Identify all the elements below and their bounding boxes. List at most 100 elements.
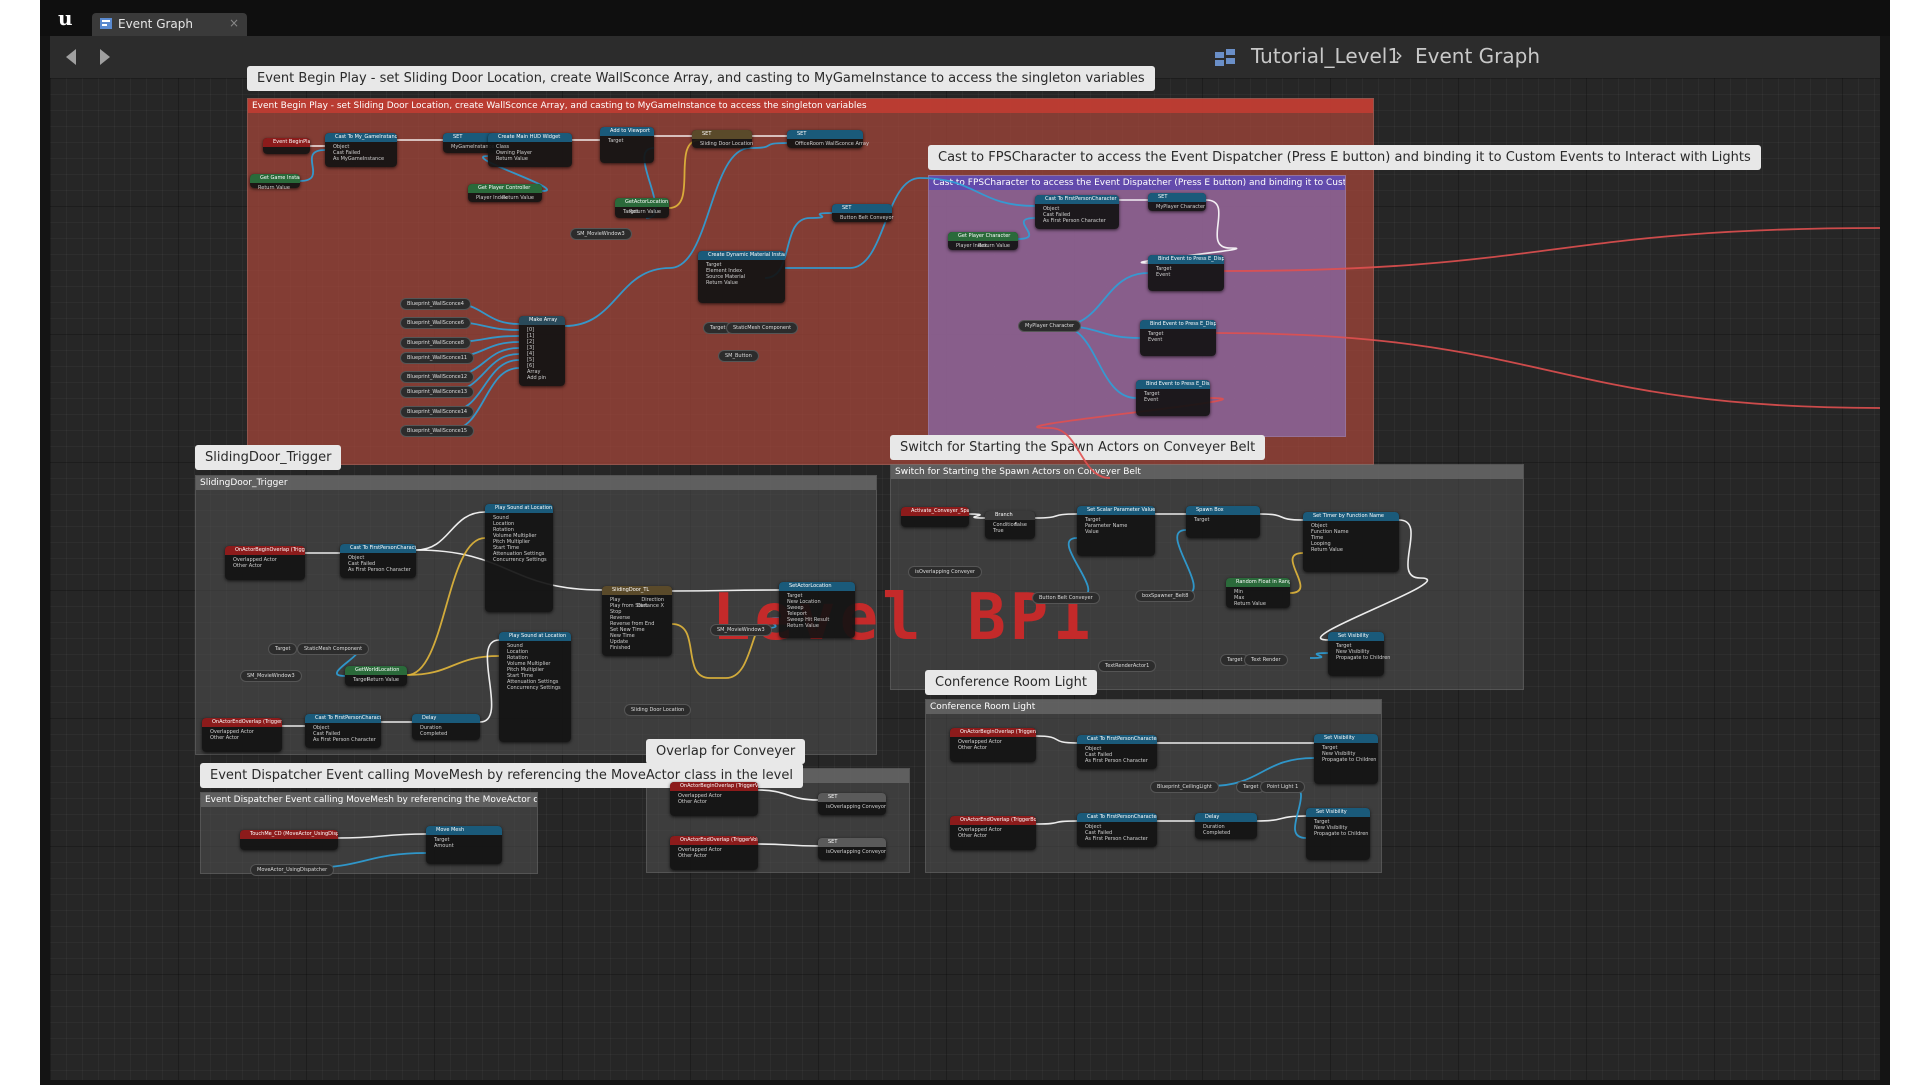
variable-getter[interactable]: Blueprint_WallSconce14 bbox=[400, 406, 475, 418]
variable-getter[interactable]: Button Belt Conveyer bbox=[1032, 592, 1100, 604]
node-pin[interactable]: Return Value bbox=[1311, 547, 1343, 553]
node-pin[interactable]: Other Actor bbox=[958, 745, 987, 751]
node-pin[interactable]: Propagate to Children bbox=[1322, 757, 1376, 763]
unreal-logo-icon[interactable]: u bbox=[56, 6, 82, 30]
blueprint-node[interactable]: Cast To FirstPersonCharacter Object Cast F… bbox=[1077, 813, 1157, 847]
blueprint-node[interactable]: Activate_Conveyer_Spawn bbox=[901, 507, 969, 527]
blueprint-node[interactable]: Set Visibility Target New Visibility Propag… bbox=[1328, 632, 1390, 676]
node-pin[interactable]: Propagate to Children bbox=[1314, 831, 1368, 837]
tab-event-graph[interactable]: Event Graph × bbox=[92, 13, 247, 36]
blueprint-node[interactable]: Event BeginPlay bbox=[263, 138, 310, 154]
variable-getter[interactable]: MoveActor_UsingDispatcher bbox=[250, 864, 335, 876]
forward-arrow-icon[interactable] bbox=[92, 45, 116, 69]
node-pin[interactable]: As First Person Character bbox=[1085, 836, 1148, 842]
blueprint-node[interactable]: TouchMe_CD (MoveActor_UsingDispatcher) bbox=[240, 830, 338, 850]
blueprint-node[interactable]: OnActorEndOverlap (TriggerBox)Overlapped… bbox=[950, 816, 1036, 850]
blueprint-node[interactable]: Bind Event to Press E_DispatcherTargetEv… bbox=[1136, 380, 1210, 416]
variable-getter[interactable]: Text Render bbox=[1244, 654, 1288, 666]
node-pin[interactable]: MyPlayer Character bbox=[1156, 204, 1205, 210]
node-pin[interactable]: Completed bbox=[420, 731, 447, 737]
blueprint-node[interactable]: Cast To FirstPersonCharacter Object Cast F… bbox=[305, 714, 381, 748]
variable-getter[interactable]: Blueprint_WallSconce13 bbox=[400, 386, 475, 398]
node-pin[interactable]: Propagate to Children bbox=[1336, 655, 1390, 661]
blueprint-node[interactable]: OnActorBeginOverlap (TriggerBox)Overlapp… bbox=[950, 728, 1036, 762]
node-pin[interactable]: Value bbox=[1085, 529, 1099, 535]
node-pin[interactable]: As First Person Character bbox=[348, 567, 411, 573]
variable-getter[interactable]: SM_Button bbox=[718, 350, 759, 362]
node-pin[interactable]: As MyGameInstance bbox=[333, 156, 384, 162]
variable-getter[interactable]: StaticMesh Component bbox=[297, 643, 370, 655]
variable-getter[interactable]: Blueprint_WallSconce6 bbox=[400, 317, 471, 329]
node-pin[interactable]: Other Actor bbox=[233, 563, 262, 569]
blueprint-node[interactable]: OnActorEndOverlap (TriggerBox)Overlapped… bbox=[202, 718, 282, 752]
node-pin[interactable]: Return Value bbox=[496, 156, 528, 162]
blueprint-node[interactable]: OnActorEndOverlap (TriggerVolume)Overlap… bbox=[670, 836, 758, 870]
node-pin[interactable]: Concurrency Settings bbox=[507, 685, 561, 691]
blueprint-node[interactable]: Get Player Controller Player Index Return … bbox=[468, 184, 542, 202]
blueprint-node[interactable]: Create Main HUD Widget Class Owning Player… bbox=[488, 133, 572, 167]
variable-getter[interactable]: MyPlayer Character bbox=[1018, 320, 1082, 332]
node-pin[interactable]: True bbox=[993, 528, 1004, 534]
blueprint-node[interactable]: SET isOverlapping Conveyor bbox=[818, 838, 886, 860]
blueprint-node[interactable]: GetActorLocation Target Return Value bbox=[615, 198, 669, 218]
node-pin[interactable]: isOverlapping Conveyor bbox=[826, 849, 886, 855]
variable-getter[interactable]: Blueprint_WallSconce15 bbox=[400, 425, 475, 437]
node-pin[interactable]: Other Actor bbox=[678, 853, 707, 859]
node-pin[interactable]: Other Actor bbox=[678, 799, 707, 805]
blueprint-node[interactable]: Set Visibility Target New Visibility Propag… bbox=[1306, 808, 1370, 860]
blueprint-node[interactable]: Cast To FirstPersonCharacter Object Cast F… bbox=[1035, 195, 1119, 229]
node-pin[interactable]: Other Actor bbox=[210, 735, 239, 741]
variable-getter[interactable]: Blueprint_WallSconce8 bbox=[400, 337, 471, 349]
breadcrumb-level[interactable]: Tutorial_Level1 bbox=[1251, 44, 1400, 68]
node-pin[interactable]: Return Value bbox=[978, 243, 1010, 249]
blueprint-node[interactable]: Set Timer by Function Name Object Function… bbox=[1303, 512, 1399, 572]
node-pin[interactable]: Return Value bbox=[706, 280, 738, 286]
variable-getter[interactable]: TextRenderActor1 bbox=[1098, 660, 1157, 672]
node-pin[interactable]: Target bbox=[1194, 517, 1209, 523]
variable-getter[interactable]: Target bbox=[268, 643, 298, 655]
node-pin[interactable]: Other Actor bbox=[958, 833, 987, 839]
variable-getter[interactable]: isOverlapping Conveyer bbox=[908, 566, 982, 578]
blueprint-node[interactable]: SET Sliding Door Location bbox=[692, 130, 753, 148]
node-pin[interactable]: Amount bbox=[434, 843, 454, 849]
blueprint-node[interactable]: Cast To FirstPersonCharacter Object Cast F… bbox=[340, 544, 416, 578]
blueprint-node[interactable]: Delay Duration Completed bbox=[1195, 813, 1257, 839]
blueprint-node[interactable]: GetWorldLocation Target Return Value bbox=[345, 666, 407, 686]
back-arrow-icon[interactable] bbox=[60, 45, 84, 69]
node-pin[interactable]: Return Value bbox=[367, 677, 399, 683]
node-pin[interactable]: As First Person Character bbox=[1043, 218, 1106, 224]
node-pin[interactable]: Return Value bbox=[1234, 601, 1266, 607]
node-pin[interactable]: Return Value bbox=[629, 209, 661, 215]
blueprint-node[interactable]: Bind Event to Press E_DispatcherTargetEv… bbox=[1140, 320, 1216, 356]
blueprint-node[interactable]: Get Player Character Player Index Return V… bbox=[948, 232, 1018, 250]
node-pin[interactable]: As First Person Character bbox=[1085, 758, 1148, 764]
blueprint-node[interactable]: SlidingDoor_TL Play Play from Start Stop Rev… bbox=[602, 586, 672, 656]
blueprint-node[interactable]: Bind Event to Press E_DispatcherTargetEv… bbox=[1148, 255, 1224, 291]
blueprint-node[interactable]: Spawn Box Target bbox=[1186, 506, 1260, 538]
node-pin[interactable]: Return Value bbox=[258, 185, 290, 191]
node-pin[interactable]: Event bbox=[1148, 337, 1162, 343]
blueprint-node[interactable]: SET OfficeRoom WallSconce Array bbox=[787, 130, 869, 148]
breadcrumb-graph[interactable]: Event Graph bbox=[1415, 44, 1540, 68]
blueprint-node[interactable]: SetActorLocation Target New Location Sweep T… bbox=[779, 582, 855, 638]
blueprint-node[interactable]: SET Button Belt Conveyor bbox=[832, 204, 894, 222]
blueprint-node[interactable]: SET isOverlapping Conveyor bbox=[818, 793, 886, 815]
variable-getter[interactable]: Point Light 1 bbox=[1260, 781, 1306, 793]
node-pin[interactable]: Add pin bbox=[527, 375, 546, 381]
variable-getter[interactable]: Blueprint_WallSconce11 bbox=[400, 352, 475, 364]
node-pin[interactable]: Event bbox=[1144, 397, 1158, 403]
variable-getter[interactable]: Blueprint_WallSconce12 bbox=[400, 371, 475, 383]
node-pin[interactable]: Completed bbox=[1203, 830, 1230, 836]
variable-getter[interactable]: Blueprint_WallSconce4 bbox=[400, 298, 471, 310]
variable-getter[interactable]: SM_MovieWindow3 bbox=[570, 228, 632, 240]
node-pin[interactable]: Concurrency Settings bbox=[493, 557, 547, 563]
variable-getter[interactable]: Blueprint_CeilingLight bbox=[1150, 781, 1219, 793]
blueprint-node[interactable]: SET MyPlayer Character bbox=[1148, 193, 1206, 211]
blueprint-node[interactable]: Play Sound at Location Sound Location Rotat… bbox=[499, 632, 571, 742]
node-pin[interactable]: False bbox=[1014, 522, 1027, 528]
blueprint-node[interactable]: Cast To My_GameInstance Object Cast Failed… bbox=[325, 133, 397, 167]
blueprint-node[interactable]: Set Visibility Target New Visibility Propag… bbox=[1314, 734, 1378, 784]
node-pin[interactable]: Finished bbox=[610, 645, 630, 651]
blueprint-node[interactable]: Add to Viewport Target bbox=[600, 127, 654, 163]
node-pin[interactable]: Distance X bbox=[637, 603, 664, 609]
